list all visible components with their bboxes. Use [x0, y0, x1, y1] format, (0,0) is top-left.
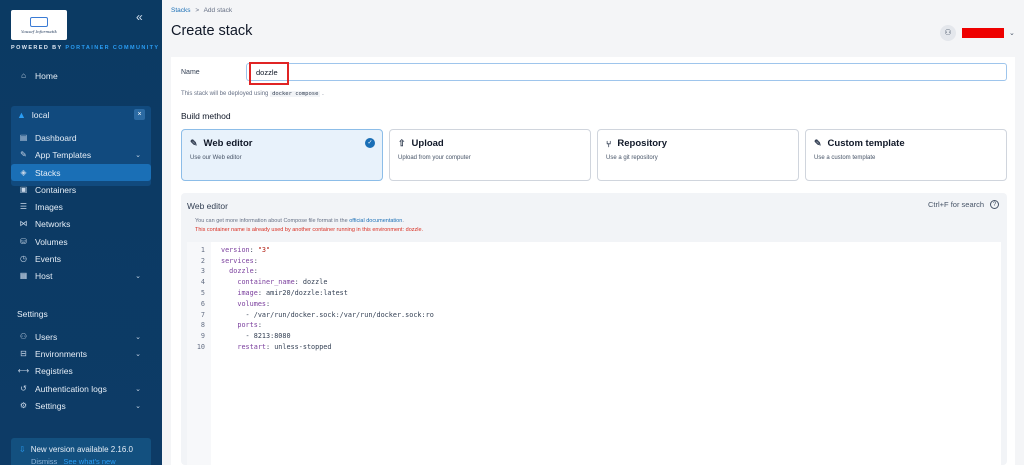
deploy-hint: This stack will be deployed using docker…: [181, 91, 324, 97]
code-line: 1 version: "3": [200, 246, 271, 255]
logo-mark-icon: [30, 16, 48, 27]
sidebar-item-events[interactable]: ◷ Events: [11, 250, 151, 267]
sidebar-item-containers[interactable]: ▣ Containers: [11, 181, 151, 198]
users-icon: ⚇: [19, 332, 28, 341]
list-icon: ☰: [19, 202, 28, 211]
name-label: Name: [181, 69, 200, 76]
chevron-down-icon: ⌄: [135, 272, 141, 280]
server-icon: ▦: [19, 271, 28, 280]
download-icon: ⇩: [19, 445, 26, 454]
sidebar-item-settings[interactable]: ⚙ Settings ⌄: [11, 397, 151, 414]
dashboard-icon: ▤: [19, 133, 28, 142]
edit-icon: ✎: [814, 138, 822, 148]
layers-icon: ◈: [20, 168, 27, 177]
code-editor[interactable]: [187, 242, 1001, 465]
chevron-down-icon: ⌄: [135, 402, 141, 410]
home-icon: ⌂: [21, 71, 26, 80]
sidebar-item-images[interactable]: ☰ Images: [11, 198, 151, 215]
close-environment-icon[interactable]: ×: [134, 109, 145, 120]
sidebar-item-networks[interactable]: ⋈ Networks: [11, 215, 151, 232]
upload-icon: ⇧: [398, 138, 406, 148]
edit-icon: ✎: [20, 150, 27, 159]
collapse-sidebar-icon[interactable]: «: [136, 10, 143, 24]
sidebar-item-volumes[interactable]: ⛁ Volumes: [11, 233, 151, 250]
chevron-down-icon: ⌄: [135, 333, 141, 341]
breadcrumb-stacks[interactable]: Stacks: [171, 7, 191, 14]
brand-logo[interactable]: Yousef Informatik: [11, 10, 67, 40]
code-line: 9 - 8213:8080: [200, 332, 291, 341]
editor-title: Web editor: [187, 201, 228, 211]
database-icon: ⛁: [20, 237, 27, 246]
sidebar-item-users[interactable]: ⚇ Users ⌄: [11, 328, 151, 345]
sidebar-item-home[interactable]: ⌂ Home: [11, 67, 151, 84]
powered-by: POWERED BY PORTAINER COMMUNITY: [11, 45, 160, 51]
code-line: 8 ports:: [200, 321, 262, 330]
user-icon: ⚇: [940, 25, 956, 41]
sidebar-item-dashboard[interactable]: ▤ Dashboard: [11, 129, 151, 146]
breadcrumb-current: Add stack: [203, 7, 233, 14]
container-name-warning: This container name is already used by a…: [195, 227, 424, 233]
code-line: 4 container_name: dozzle: [200, 278, 328, 287]
hint-code: docker compose: [270, 91, 321, 97]
history-icon: ↺: [20, 384, 27, 393]
check-icon: ✓: [365, 138, 375, 148]
environments-icon: ⊟: [20, 349, 27, 358]
chevron-down-icon: ⌄: [135, 385, 141, 393]
chevron-down-icon: ⌄: [135, 350, 141, 358]
whats-new-link[interactable]: See what's new: [63, 457, 115, 465]
method-custom-template[interactable]: ✎ Custom template Use a custom template: [805, 129, 1007, 181]
code-line: 5 image: amir20/dozzle:latest: [200, 289, 348, 298]
sidebar: Yousef Informatik « POWERED BY PORTAINER…: [0, 0, 162, 465]
method-repository[interactable]: ⑂ Repository Use a git repository: [597, 129, 799, 181]
code-line: 10 restart: unless-stopped: [196, 343, 332, 352]
breadcrumb: Stacks > Add stack: [171, 7, 233, 14]
dismiss-link[interactable]: Dismiss: [31, 457, 57, 465]
sidebar-item-registries[interactable]: ⟷ Registries: [11, 362, 151, 379]
method-web-editor[interactable]: ✎ Web editor Use our Web editor ✓: [181, 129, 383, 181]
help-icon[interactable]: ?: [990, 200, 1000, 209]
logo-caption: Yousef Informatik: [21, 28, 57, 34]
method-upload[interactable]: ⇧ Upload Upload from your computer: [389, 129, 591, 181]
code-line: 6 volumes:: [200, 300, 271, 309]
update-links: Dismiss See what's new: [31, 457, 116, 465]
chevron-down-icon: ⌄: [135, 151, 141, 159]
sidebar-item-environments[interactable]: ⊟ Environments ⌄: [11, 345, 151, 362]
update-title: ⇩ New version available 2.16.0: [19, 445, 133, 454]
stack-name-input[interactable]: [246, 63, 1007, 81]
sidebar-item-stacks[interactable]: ◈ Stacks: [11, 164, 151, 181]
page-title: Create stack: [171, 23, 253, 39]
clock-icon: ◷: [20, 254, 27, 263]
edit-icon: ✎: [190, 138, 198, 148]
box-icon: ▣: [19, 185, 28, 194]
environment-header[interactable]: ▲ local ×: [11, 106, 151, 123]
compose-info: You can get more information about Compo…: [195, 218, 404, 224]
code-line: 3 dozzle:: [200, 267, 258, 276]
official-documentation-link[interactable]: official documentation: [349, 218, 402, 224]
sidebar-item-app-templates[interactable]: ✎ App Templates ⌄: [11, 146, 151, 163]
docker-icon: ▲: [17, 109, 26, 120]
settings-section-title: Settings: [17, 309, 48, 319]
registries-icon: ⟷: [17, 366, 30, 375]
user-menu[interactable]: ⚇ ⌄: [940, 25, 1015, 41]
sidebar-item-authentication-logs[interactable]: ↺ Authentication logs ⌄: [11, 380, 151, 397]
build-method-title: Build method: [181, 111, 231, 121]
gear-icon: ⚙: [19, 401, 28, 410]
git-icon: ⑂: [606, 138, 612, 149]
chevron-down-icon: ⌄: [1009, 30, 1015, 37]
network-icon: ⋈: [19, 219, 28, 228]
editor-search-hint: Ctrl+F for search ?: [928, 200, 1000, 209]
sidebar-item-host[interactable]: ▦ Host ⌄: [11, 267, 151, 284]
username-redacted: [962, 28, 1004, 38]
